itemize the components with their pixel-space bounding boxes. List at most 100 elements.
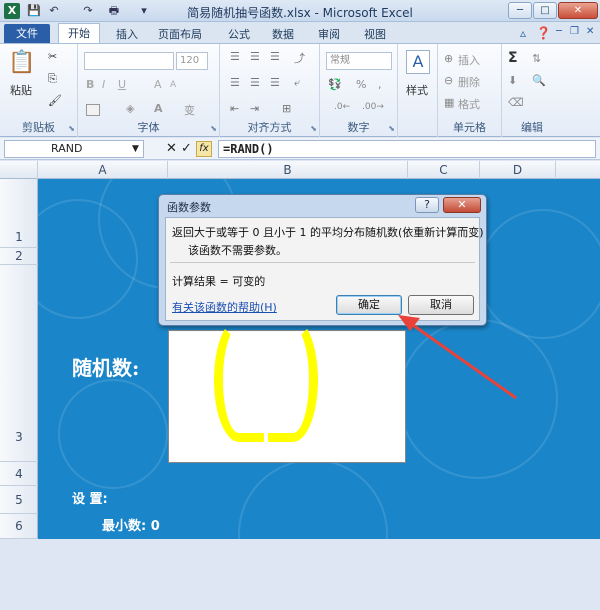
confirm-formula-icon[interactable]: ✓ <box>181 141 192 157</box>
background-swirl <box>398 319 558 479</box>
maximize-button[interactable]: □ <box>533 2 557 19</box>
font-size-select[interactable]: 120 <box>176 52 208 70</box>
styles-button[interactable]: 样式 <box>406 82 428 98</box>
currency-icon[interactable]: 💱 <box>328 78 342 91</box>
align-center-icon[interactable]: ☰ <box>250 76 260 89</box>
alignment-group-label: 对齐方式 <box>247 121 292 134</box>
font-color-icon[interactable]: A <box>154 102 163 115</box>
font-shrink-icon[interactable]: A <box>170 80 176 90</box>
increase-decimal-icon[interactable]: .0← <box>334 102 350 112</box>
column-header-b[interactable]: B <box>168 161 408 179</box>
ribbon-minimize-icon[interactable]: ▵ <box>520 26 526 40</box>
name-box-dropdown-icon[interactable]: ▼ <box>132 141 139 157</box>
left-paren-shape <box>214 318 264 442</box>
find-select-icon[interactable]: 🔍 <box>532 74 546 87</box>
tab-formulas[interactable]: 公式 <box>228 26 250 42</box>
column-header-a[interactable]: A <box>38 161 168 179</box>
clear-icon[interactable]: ⌫ <box>508 96 524 109</box>
paste-button[interactable]: 粘贴 <box>10 82 32 98</box>
paste-icon[interactable]: 📋 <box>8 50 35 75</box>
name-box[interactable]: RAND <box>4 140 144 158</box>
font-name-select[interactable] <box>84 52 174 70</box>
row-header-6[interactable]: 6 <box>0 514 38 539</box>
tab-review[interactable]: 审阅 <box>318 26 340 42</box>
row-header-3[interactable]: 3 <box>0 265 38 462</box>
no-arguments-note: 该函数不需要参数。 <box>188 244 287 257</box>
restore-min-icon[interactable]: ─ <box>556 26 562 37</box>
restore-close-icon[interactable]: ✕ <box>586 26 594 37</box>
insert-cells-icon[interactable]: ⊕ <box>444 52 453 65</box>
phonetic-icon[interactable]: 变 <box>184 102 195 118</box>
styles-group: A 样式 <box>398 44 438 137</box>
tab-insert[interactable]: 插入 <box>116 26 138 42</box>
comma-icon[interactable]: , <box>378 78 382 91</box>
align-right-icon[interactable]: ☰ <box>270 76 280 89</box>
function-arguments-dialog: 函数参数 ? ✕ 返回大于或等于 0 且小于 1 的平均分布随机数(依重新计算而… <box>158 194 487 326</box>
dialog-title: 函数参数 <box>167 201 211 214</box>
ribbon-tabs: 文件 开始 插入 页面布局 公式 数据 审阅 视图 ▵ ❓ ─ ❐ ✕ <box>0 22 600 44</box>
ribbon: 📋 粘贴 ✂ ⎘ 🖌 剪贴板 ⬊ 120 B I U A A ◈ A 变 字体 … <box>0 43 600 137</box>
align-bottom-icon[interactable]: ☰ <box>270 50 280 63</box>
format-cells-icon[interactable]: ▦ <box>444 96 454 109</box>
column-header-d[interactable]: D <box>480 161 556 179</box>
underline-icon[interactable]: U <box>118 78 126 91</box>
ok-button[interactable]: 确定 <box>336 295 402 315</box>
dialog-close-button[interactable]: ✕ <box>443 197 481 213</box>
alignment-launcher-icon[interactable]: ⬊ <box>310 124 317 133</box>
delete-cells-button[interactable]: 删除 <box>458 74 480 90</box>
align-left-icon[interactable]: ☰ <box>230 76 240 89</box>
indent-decrease-icon[interactable]: ⇤ <box>230 102 239 115</box>
minimize-button[interactable]: ─ <box>508 2 532 19</box>
fill-color-icon[interactable]: ◈ <box>126 102 134 115</box>
italic-icon[interactable]: I <box>102 78 105 91</box>
percent-icon[interactable]: % <box>356 78 366 91</box>
delete-cells-icon[interactable]: ⊖ <box>444 74 453 87</box>
indent-increase-icon[interactable]: ⇥ <box>250 102 259 115</box>
decrease-decimal-icon[interactable]: .00→ <box>362 102 384 112</box>
tab-home[interactable]: 开始 <box>58 23 100 44</box>
cancel-formula-icon[interactable]: ✕ <box>166 141 177 157</box>
close-button[interactable]: ✕ <box>558 2 598 19</box>
merge-center-icon[interactable]: ⊞ <box>282 102 291 115</box>
row-header-5[interactable]: 5 <box>0 486 38 514</box>
align-top-icon[interactable]: ☰ <box>230 50 240 63</box>
column-headers: A B C D <box>0 161 600 179</box>
autosum-icon[interactable]: Σ <box>508 50 518 66</box>
row-header-2[interactable]: 2 <box>0 248 38 265</box>
select-all-corner[interactable] <box>0 161 38 179</box>
formula-input[interactable]: =RAND() <box>218 140 596 158</box>
restore-max-icon[interactable]: ❐ <box>570 26 579 37</box>
number-format-select[interactable]: 常规 <box>326 52 392 70</box>
settings-label: 设 置: <box>72 492 108 507</box>
tab-page-layout[interactable]: 页面布局 <box>158 26 202 42</box>
number-launcher-icon[interactable]: ⬊ <box>388 124 395 133</box>
cancel-button[interactable]: 取消 <box>408 295 474 315</box>
row-header-4[interactable]: 4 <box>0 462 38 486</box>
tab-file[interactable]: 文件 <box>4 24 50 44</box>
styles-icon[interactable]: A <box>406 50 430 74</box>
copy-icon[interactable]: ⎘ <box>48 72 57 86</box>
wrap-text-icon[interactable]: ⤶ <box>294 76 300 90</box>
insert-function-icon[interactable]: fx <box>196 141 212 157</box>
format-painter-icon[interactable]: 🖌 <box>48 94 62 107</box>
align-middle-icon[interactable]: ☰ <box>250 50 260 63</box>
sort-filter-icon[interactable]: ⇅ <box>532 52 541 65</box>
font-launcher-icon[interactable]: ⬊ <box>210 124 217 133</box>
clipboard-launcher-icon[interactable]: ⬊ <box>68 124 75 133</box>
function-help-link[interactable]: 有关该函数的帮助(H) <box>172 299 277 315</box>
row-header-1[interactable]: 1 <box>0 179 38 248</box>
font-grow-icon[interactable]: A <box>154 78 162 91</box>
cut-icon[interactable]: ✂ <box>48 50 57 63</box>
column-header-e[interactable] <box>556 161 600 179</box>
insert-cells-button[interactable]: 插入 <box>458 52 480 68</box>
fill-icon[interactable]: ⬇ <box>508 74 517 87</box>
format-cells-button[interactable]: 格式 <box>458 96 480 112</box>
bold-icon[interactable]: B <box>86 78 94 91</box>
help-icon[interactable]: ❓ <box>536 26 551 40</box>
borders-icon[interactable] <box>86 104 100 116</box>
tab-data[interactable]: 数据 <box>272 26 294 42</box>
orientation-icon[interactable]: ⤴ <box>294 50 305 66</box>
dialog-help-button[interactable]: ? <box>415 197 439 213</box>
tab-view[interactable]: 视图 <box>364 26 386 42</box>
column-header-c[interactable]: C <box>408 161 480 179</box>
